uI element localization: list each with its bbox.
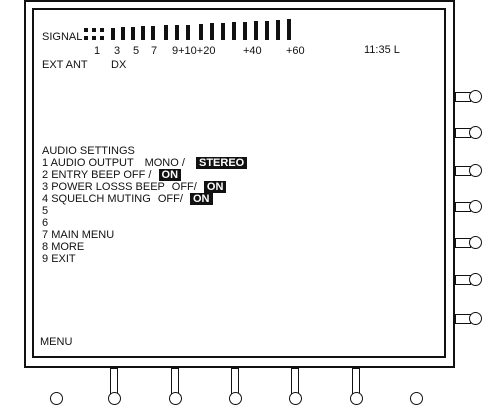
bottom-softkey-2[interactable] xyxy=(169,392,182,405)
bottom-knob-1[interactable] xyxy=(50,392,63,405)
option-separator: / xyxy=(181,157,185,169)
signal-bar xyxy=(199,24,203,40)
menu-item-audio-output[interactable]: 1 AUDIO OUTPUT MONO / STEREO xyxy=(42,157,248,169)
signal-dot xyxy=(84,28,88,32)
signal-scale-label: +40 xyxy=(243,45,262,57)
signal-scale-label: 5 xyxy=(133,45,140,57)
display-screen: SIGNAL 1 3 5 7 9+10+20 +40 +60 11:35 L E… xyxy=(32,8,446,358)
menu-item-number: 5 xyxy=(42,205,49,217)
menu-item-squelch-muting[interactable]: 4 SQUELCH MUTING OFF/ ON xyxy=(42,193,213,205)
menu-item-entry-beep[interactable]: 2 ENTRY BEEP OFF / ON xyxy=(42,169,182,181)
right-softkey-4[interactable] xyxy=(469,200,482,213)
right-softkey-6[interactable] xyxy=(469,273,482,286)
menu-item-label: ENTRY BEEP xyxy=(51,169,121,181)
option-mono[interactable]: MONO xyxy=(145,157,179,169)
antenna-mode: DX xyxy=(111,59,127,71)
option-on-selected[interactable]: ON xyxy=(158,169,182,181)
menu-item-label: MORE xyxy=(51,241,85,253)
bottom-softkey-4[interactable] xyxy=(289,392,302,405)
menu-item-label: EXIT xyxy=(51,253,76,265)
option-separator: / xyxy=(179,193,183,205)
menu-item-5[interactable]: 5 xyxy=(42,205,48,217)
signal-bar xyxy=(164,25,168,40)
signal-bar xyxy=(254,21,258,40)
signal-scale-label: 3 xyxy=(114,45,121,57)
signal-label: SIGNAL xyxy=(42,31,83,43)
signal-bar xyxy=(243,22,247,40)
bottom-softkey-stub xyxy=(171,368,179,394)
signal-bar xyxy=(111,28,115,40)
menu-item-label: AUDIO OUTPUT xyxy=(50,157,134,169)
signal-bar xyxy=(265,21,269,40)
option-off[interactable]: OFF xyxy=(123,169,145,181)
bottom-softkey-stub xyxy=(291,368,299,394)
bottom-softkey-stub xyxy=(231,368,239,394)
signal-dot xyxy=(92,28,96,32)
right-softkey-3[interactable] xyxy=(469,164,482,177)
bottom-knob-2[interactable] xyxy=(410,392,423,405)
signal-bar xyxy=(221,23,225,40)
menu-item-number: 3 xyxy=(42,181,49,193)
signal-dot xyxy=(100,28,104,32)
menu-item-number: 9 xyxy=(42,253,49,265)
menu-item-main-menu[interactable]: 7 MAIN MENU xyxy=(42,229,114,241)
menu-item-power-loss-beep[interactable]: 3 POWER LOSSS BEEP OFF/ ON xyxy=(42,181,227,193)
menu-item-6[interactable]: 6 xyxy=(42,217,48,229)
menu-item-exit[interactable]: 9 EXIT xyxy=(42,253,76,265)
right-softkey-2[interactable] xyxy=(469,126,482,139)
option-separator: / xyxy=(148,169,152,181)
menu-item-number: 6 xyxy=(42,217,49,229)
signal-bar xyxy=(131,27,135,40)
right-softkey-5[interactable] xyxy=(469,236,482,249)
option-separator: / xyxy=(193,181,197,193)
clock: 11:35 L xyxy=(364,44,400,56)
signal-dot xyxy=(84,36,88,40)
bottom-softkey-3[interactable] xyxy=(229,392,242,405)
right-softkey-7[interactable] xyxy=(469,312,482,325)
menu-item-label: POWER LOSSS BEEP xyxy=(51,181,165,193)
antenna-source: EXT ANT xyxy=(42,59,88,71)
signal-scale-label: 1 xyxy=(94,45,101,57)
signal-bar xyxy=(141,26,145,40)
menu-item-label: SQUELCH MUTING xyxy=(51,193,151,205)
signal-bar xyxy=(151,26,155,40)
option-on-selected[interactable]: ON xyxy=(190,193,213,205)
bottom-softkey-5[interactable] xyxy=(350,392,363,405)
menu-item-number: 1 xyxy=(42,157,49,169)
signal-bar xyxy=(276,20,280,40)
signal-dot xyxy=(92,36,96,40)
signal-bar xyxy=(287,19,291,40)
signal-bar xyxy=(121,27,125,40)
signal-bar xyxy=(232,22,236,40)
option-off[interactable]: OFF xyxy=(158,193,180,205)
option-stereo-selected[interactable]: STEREO xyxy=(195,157,248,169)
footer-menu-label: MENU xyxy=(40,336,73,348)
bottom-softkey-stub xyxy=(110,368,118,394)
menu-item-number: 2 xyxy=(42,169,49,181)
menu-item-number: 7 xyxy=(42,229,49,241)
signal-bar xyxy=(186,25,190,40)
bottom-softkey-stub xyxy=(352,368,360,394)
menu-title: AUDIO SETTINGS xyxy=(42,145,135,157)
option-on-selected[interactable]: ON xyxy=(203,181,227,193)
menu-item-number: 8 xyxy=(42,241,49,253)
signal-scale-label: +60 xyxy=(286,45,305,57)
signal-dot xyxy=(100,36,104,40)
bottom-softkey-1[interactable] xyxy=(108,392,121,405)
menu-item-label: MAIN MENU xyxy=(51,229,115,241)
signal-scale-label: 7 xyxy=(151,45,158,57)
signal-bar xyxy=(210,23,214,40)
right-softkey-1[interactable] xyxy=(469,90,482,103)
menu-item-more[interactable]: 8 MORE xyxy=(42,241,84,253)
option-off[interactable]: OFF xyxy=(172,181,194,193)
signal-bar xyxy=(175,25,179,40)
menu-item-number: 4 xyxy=(42,193,49,205)
signal-scale-label: 9+10+20 xyxy=(172,45,216,57)
